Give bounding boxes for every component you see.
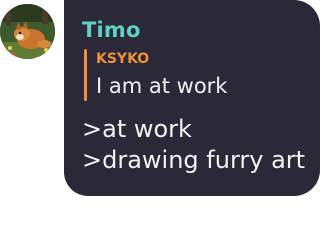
message-bubble: Timo KSYKO I am at work >at work >drawin… bbox=[64, 0, 320, 196]
message-text-line: >drawing furry art bbox=[82, 146, 306, 174]
chat-message: Timo KSYKO I am at work >at work >drawin… bbox=[0, 0, 320, 244]
reply-author[interactable]: KSYKO bbox=[96, 50, 149, 68]
message-text-line: >at work bbox=[82, 115, 192, 143]
fox-avatar-icon bbox=[0, 4, 55, 59]
reply-bar bbox=[84, 49, 87, 101]
reply-text[interactable]: I am at work bbox=[96, 73, 227, 99]
avatar[interactable] bbox=[0, 4, 55, 59]
sender-name[interactable]: Timo bbox=[82, 17, 141, 43]
